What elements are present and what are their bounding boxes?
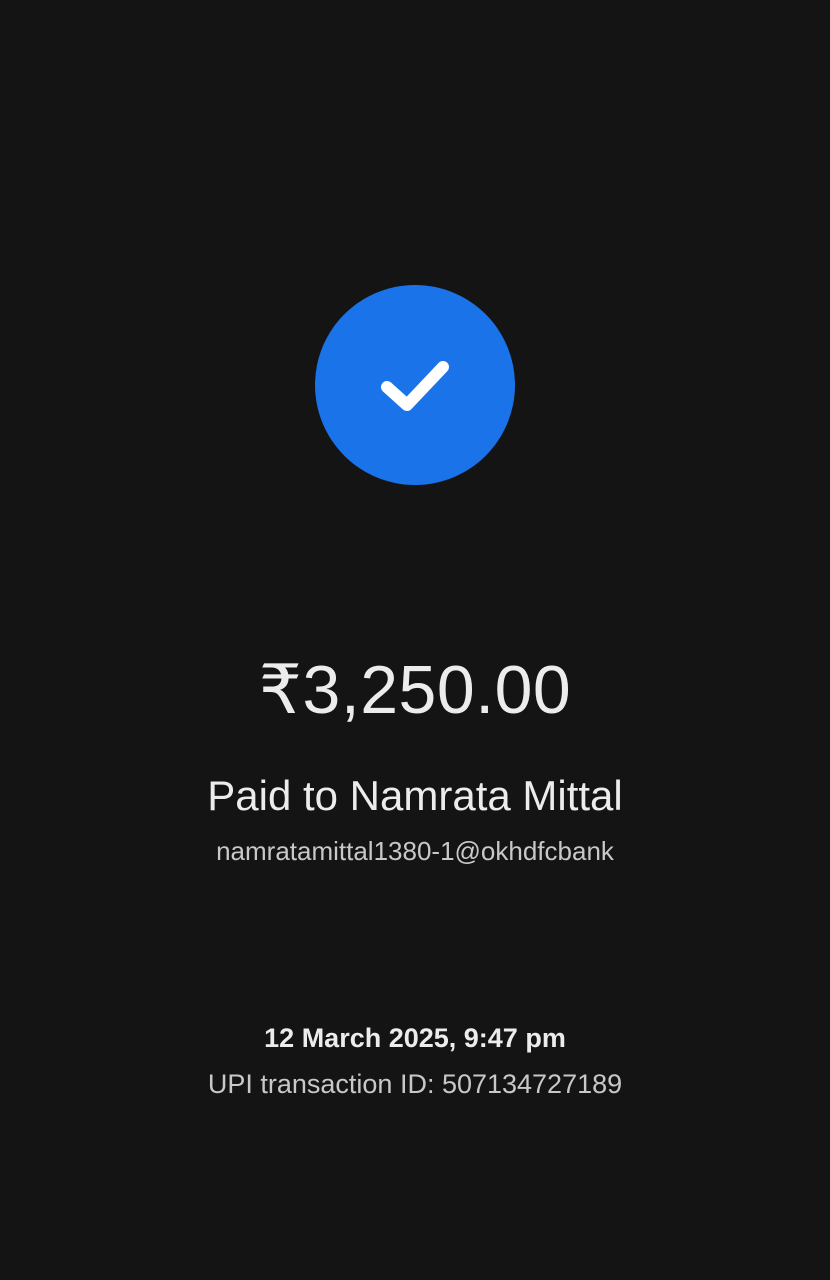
checkmark-icon (381, 361, 449, 411)
payment-success-screen: ₹3,250.00 Paid to Namrata Mittal namrata… (0, 0, 830, 1280)
success-badge (315, 285, 515, 485)
payee-upi-id: namratamittal1380-1@okhdfcbank (216, 836, 614, 866)
transaction-datetime: 12 March 2025, 9:47 pm (264, 1023, 566, 1053)
transaction-id: UPI transaction ID: 507134727189 (207, 1069, 623, 1099)
payment-amount: ₹3,250.00 (258, 652, 572, 728)
payee-name: Paid to Namrata Mittal (207, 772, 623, 819)
